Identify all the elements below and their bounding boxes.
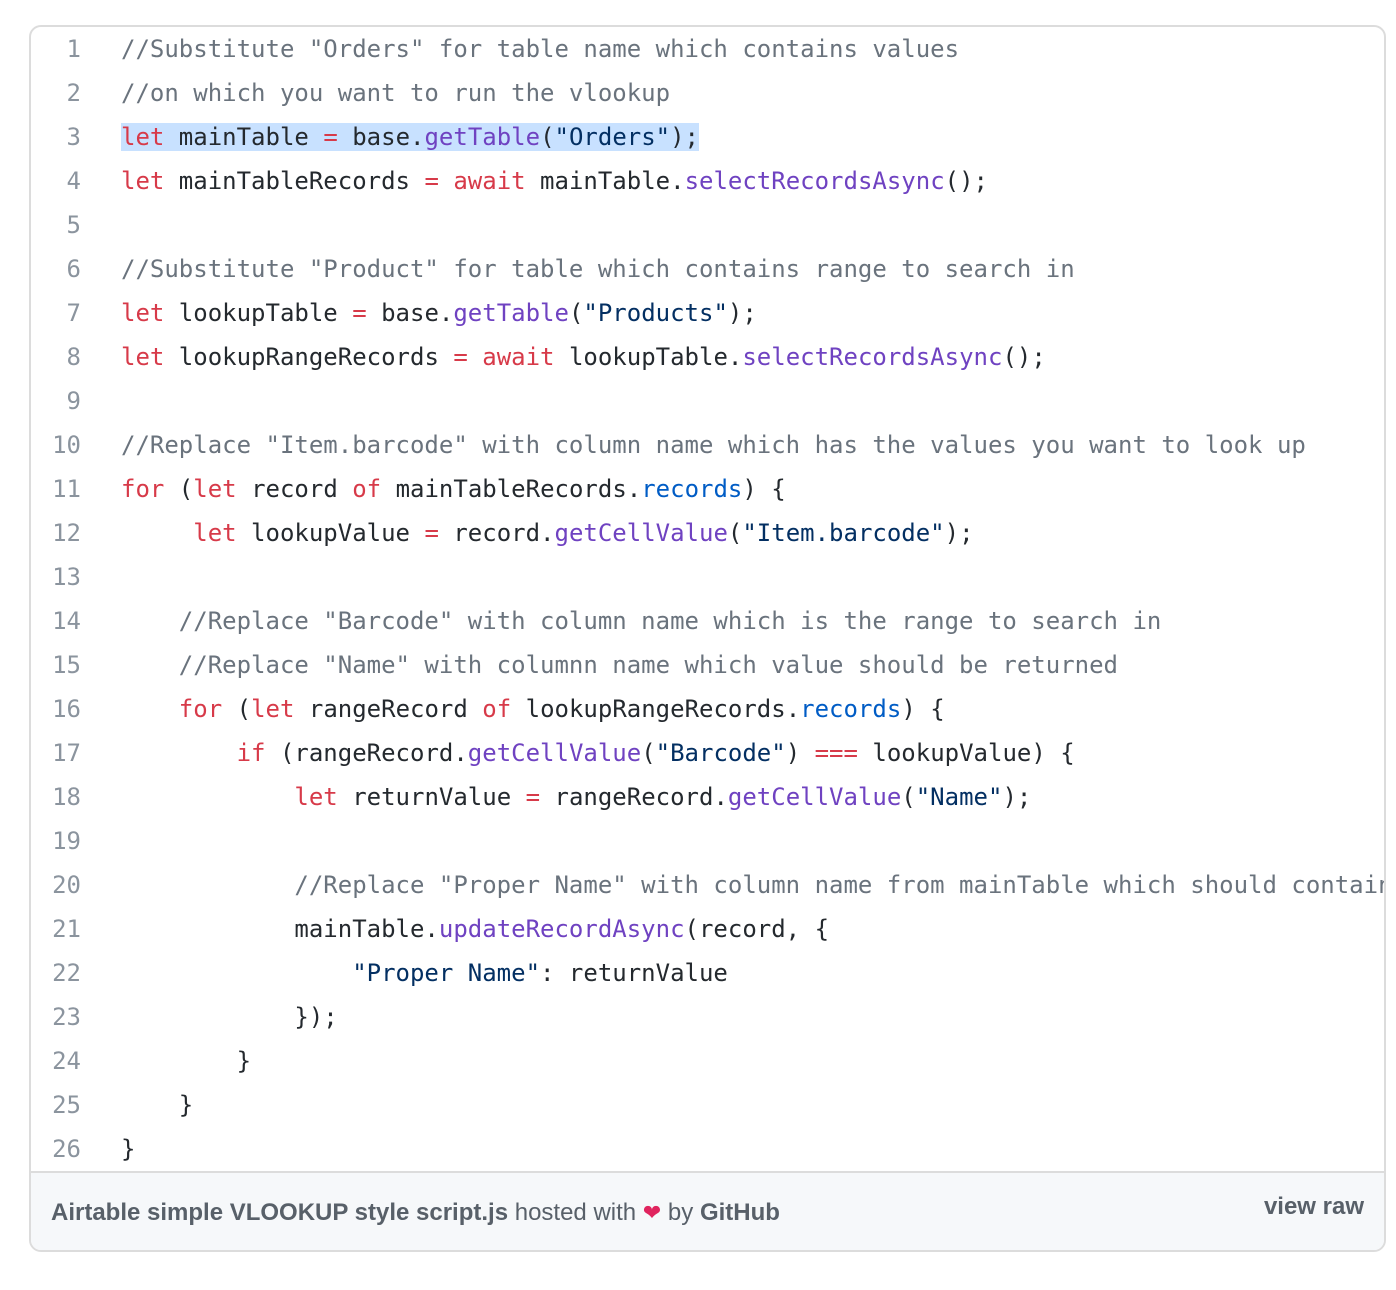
line-number[interactable]: 26 xyxy=(31,1127,81,1171)
line-number[interactable]: 1 xyxy=(31,27,81,71)
code-text: //Replace "Name" with columnn name which… xyxy=(178,651,1118,679)
github-link[interactable]: GitHub xyxy=(700,1199,780,1226)
line-number[interactable]: 14 xyxy=(31,599,81,643)
line-number[interactable]: 13 xyxy=(31,555,81,599)
hosted-with-text: hosted with xyxy=(514,1199,637,1226)
code-text: } xyxy=(121,1091,194,1119)
code-text: let returnValue = rangeRecord.getCellVal… xyxy=(294,783,1032,811)
line-number[interactable]: 24 xyxy=(31,1039,81,1083)
view-raw-link[interactable]: view raw xyxy=(1264,1193,1364,1221)
line-number[interactable]: 17 xyxy=(31,731,81,775)
code-text: //Replace "Item.barcode" with column nam… xyxy=(121,431,1306,459)
line-number[interactable]: 18 xyxy=(31,775,81,819)
line-number[interactable]: 21 xyxy=(31,907,81,951)
line-number[interactable]: 9 xyxy=(31,379,81,423)
by-text: by xyxy=(667,1199,694,1226)
line-number[interactable]: 22 xyxy=(31,951,81,995)
code-text: //Replace "Barcode" with column name whi… xyxy=(178,607,1162,635)
line-number[interactable]: 25 xyxy=(31,1083,81,1127)
gist-embed: 1 //Substitute "Orders" for table name wh… xyxy=(29,25,1386,1252)
line-number[interactable]: 5 xyxy=(31,203,81,247)
code-block: 1 //Substitute "Orders" for table name wh… xyxy=(31,27,1384,1171)
code-text: let lookupRangeRecords = await lookupTab… xyxy=(121,343,1046,371)
code-text: "Proper Name": returnValue xyxy=(352,959,728,987)
heart-icon: ❤ xyxy=(642,1200,662,1225)
code-text: } xyxy=(121,1135,136,1163)
line-number[interactable]: 19 xyxy=(31,819,81,863)
line-number[interactable]: 2 xyxy=(31,71,81,115)
gist-footer: Airtable simple VLOOKUP style script.js … xyxy=(31,1171,1384,1250)
code-text: for (let record of mainTableRecords.reco… xyxy=(121,475,786,503)
line-number[interactable]: 7 xyxy=(31,291,81,335)
code-text: } xyxy=(121,1047,252,1075)
code-text: for (let rangeRecord of lookupRangeRecor… xyxy=(178,695,945,723)
line-number[interactable]: 15 xyxy=(31,643,81,687)
code-text: let mainTable = base.getTable("Orders"); xyxy=(121,123,700,151)
code-text: //Substitute "Orders" for table name whi… xyxy=(121,35,960,63)
line-number[interactable]: 23 xyxy=(31,995,81,1039)
line-number[interactable]: 11 xyxy=(31,467,81,511)
line-number[interactable]: 3 xyxy=(31,115,81,159)
code-text: if (rangeRecord.getCellValue("Barcode") … xyxy=(236,739,1075,767)
code-text: }); xyxy=(121,1003,338,1031)
code-text: let mainTableRecords = await mainTable.s… xyxy=(121,167,989,195)
code-text: let lookupTable = base.getTable("Product… xyxy=(121,299,757,327)
gist-meta: Airtable simple VLOOKUP style script.js … xyxy=(51,1199,780,1227)
code-text: //Substitute "Product" for table which c… xyxy=(121,255,1075,283)
line-number[interactable]: 6 xyxy=(31,247,81,291)
line-number[interactable]: 4 xyxy=(31,159,81,203)
gist-filename-link[interactable]: Airtable simple VLOOKUP style script.js xyxy=(51,1199,508,1226)
line-number[interactable]: 20 xyxy=(31,863,81,907)
line-number[interactable]: 12 xyxy=(31,511,81,555)
code-text: mainTable.updateRecordAsync(record, { xyxy=(121,915,830,943)
line-number[interactable]: 10 xyxy=(31,423,81,467)
code-text: //on which you want to run the vlookup xyxy=(121,79,671,107)
code-text: let lookupValue = record.getCellValue("I… xyxy=(193,519,974,547)
line-number[interactable]: 16 xyxy=(31,687,81,731)
code-text: //Replace "Proper Name" with column name… xyxy=(294,871,1384,899)
line-number[interactable]: 8 xyxy=(31,335,81,379)
